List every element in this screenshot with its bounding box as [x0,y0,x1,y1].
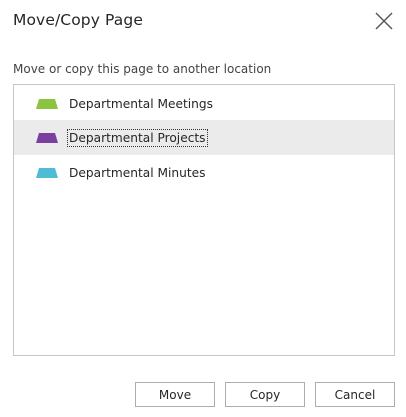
notebook-item-departmental-meetings[interactable]: Departmental Meetings [14,86,394,121]
notebook-label: Departmental Projects [67,128,208,147]
instruction-text: Move or copy this page to another locati… [13,62,272,76]
notebook-item-departmental-projects[interactable]: Departmental Projects [14,120,394,155]
close-icon [375,12,393,30]
cancel-button[interactable]: Cancel [315,382,395,407]
notebook-icon [36,98,58,109]
move-copy-dialog: Move/Copy Page Move or copy this page to… [0,0,406,417]
close-button[interactable] [372,9,396,33]
notebook-icon [36,167,58,178]
notebook-label: Departmental Minutes [69,165,206,180]
notebook-label: Departmental Meetings [69,96,213,111]
move-button[interactable]: Move [135,382,215,407]
notebook-icon-shape [36,98,58,109]
notebook-list[interactable]: Departmental Meetings Departmental Proje… [13,84,395,356]
copy-button[interactable]: Copy [225,382,305,407]
notebook-icon-shape [36,167,58,178]
dialog-title: Move/Copy Page [13,11,143,29]
notebook-item-departmental-minutes[interactable]: Departmental Minutes [14,155,394,190]
notebook-icon-shape [36,132,58,143]
notebook-icon [36,132,58,143]
